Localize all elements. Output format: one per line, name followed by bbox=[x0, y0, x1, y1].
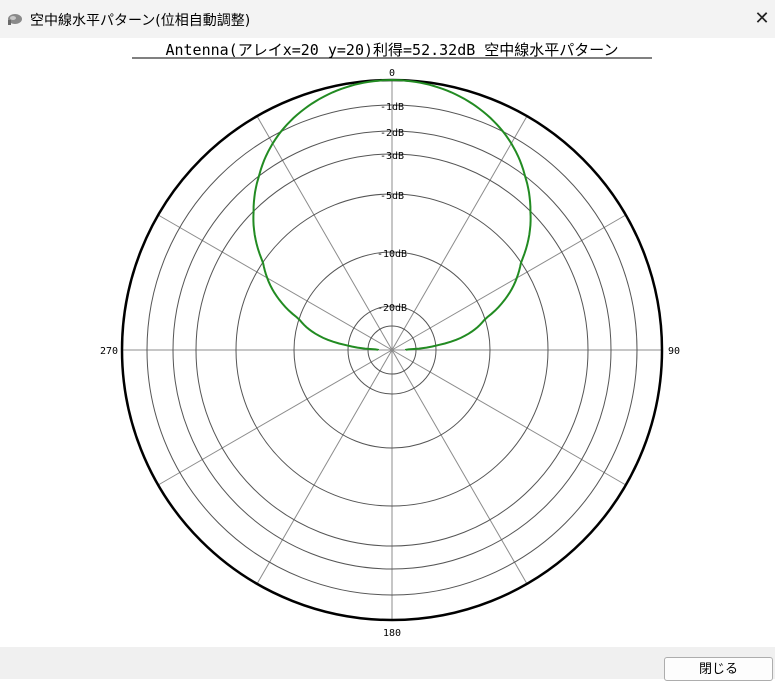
angle-label: 270 bbox=[100, 346, 118, 357]
ring-label: -2dB bbox=[380, 128, 404, 139]
ring-label: -3dB bbox=[380, 151, 404, 162]
grid-spoke bbox=[157, 214, 393, 351]
polar-chart: Antenna(アレイx=20 y=20)利得=52.32dB 空中線水平パター… bbox=[100, 41, 680, 639]
footer-bar bbox=[0, 647, 775, 679]
grid-spoke bbox=[157, 349, 393, 486]
angle-label: 90 bbox=[668, 346, 680, 357]
angle-label: 180 bbox=[383, 628, 401, 639]
grid-spoke bbox=[391, 214, 627, 351]
ring-label: -10dB bbox=[377, 249, 407, 260]
grid-spoke bbox=[391, 115, 528, 351]
ring-label: -5dB bbox=[380, 191, 404, 202]
close-button[interactable]: 閉じる bbox=[664, 657, 773, 681]
close-icon[interactable]: ✕ bbox=[749, 0, 775, 38]
app-icon bbox=[8, 14, 22, 25]
grid-spoke bbox=[256, 115, 393, 351]
angle-label: 0 bbox=[389, 68, 395, 79]
window-title: 空中線水平パターン(位相自動調整) bbox=[30, 13, 251, 29]
grid-spoke bbox=[391, 349, 528, 585]
grid-spoke bbox=[256, 349, 393, 585]
title-bar: 空中線水平パターン(位相自動調整) ✕ bbox=[0, 0, 775, 38]
grid-spoke bbox=[391, 349, 627, 486]
chart-title: Antenna(アレイx=20 y=20)利得=52.32dB 空中線水平パター… bbox=[165, 41, 618, 59]
chart-area: Antenna(アレイx=20 y=20)利得=52.32dB 空中線水平パター… bbox=[0, 38, 775, 647]
ring-label: -1dB bbox=[380, 102, 404, 113]
ring-label: -20dB bbox=[377, 303, 407, 314]
